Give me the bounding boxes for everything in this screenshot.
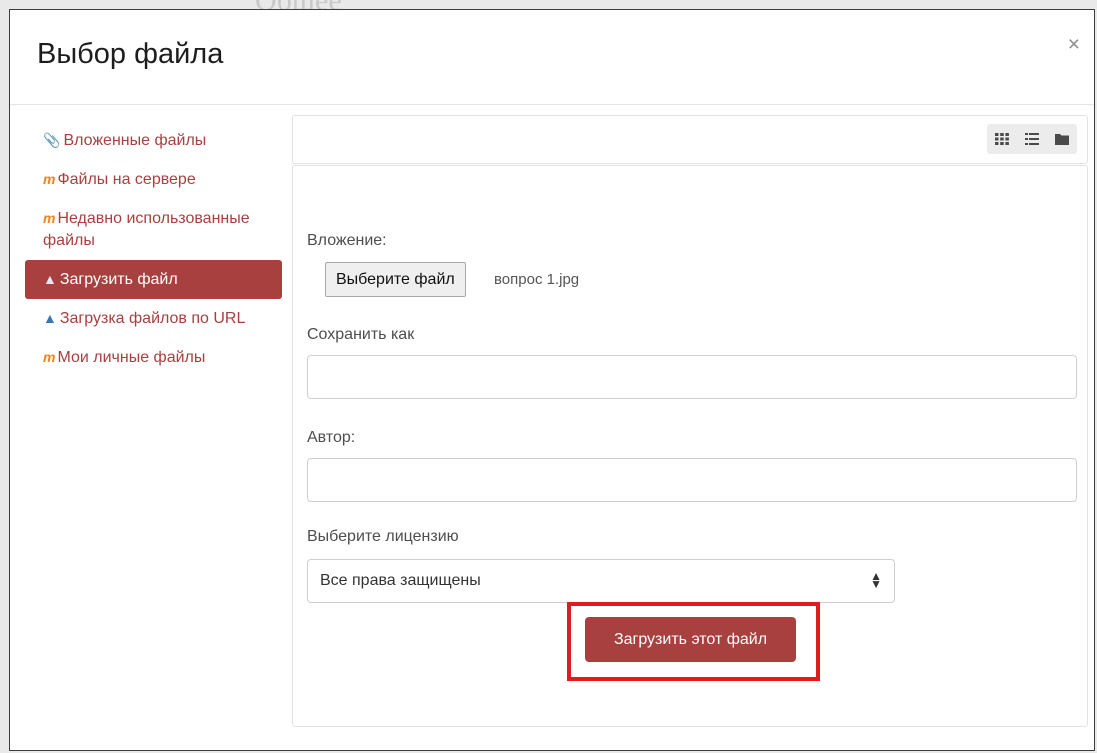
file-picker-dialog: Выбор файла × 📎 Вложенные файлы m Файлы на… [9,9,1095,751]
grid-view-icon[interactable] [987,124,1017,154]
choose-file-button[interactable]: Выберите файл [325,262,466,297]
sidebar-item-recent-files[interactable]: m Недавно использованные файлы [25,199,282,260]
sidebar-item-label: Мои личные файлы [57,349,206,366]
sidebar-item-label: Загрузка файлов по URL [59,310,246,327]
upload-form-panel: Вложение: Выберите файл вопрос 1.jpg Сох… [292,165,1088,727]
sidebar-item-attached-files[interactable]: 📎 Вложенные файлы [25,121,282,160]
moodle-icon: m [43,171,55,187]
sidebar-item-url-upload[interactable]: ▲ Загрузка файлов по URL [25,299,282,338]
attachment-icon: 📎 [43,132,61,148]
list-view-icon[interactable] [1017,124,1047,154]
sidebar-item-label: Недавно использованные файлы [43,210,250,249]
chosen-file-name: вопрос 1.jpg [494,271,580,288]
file-picker-toolbar [292,115,1088,164]
sidebar-item-upload-file[interactable]: ▲ Загрузить файл [25,260,282,299]
updown-arrow-icon: ▲ ▼ [870,569,882,591]
folder-view-icon[interactable] [1047,124,1077,154]
attachment-label: Вложение: [307,232,387,249]
sidebar-item-server-files[interactable]: m Файлы на сервере [25,160,282,199]
repository-sidebar: 📎 Вложенные файлы m Файлы на сервере m Неда… [25,121,282,377]
dialog-title: Выбор файла [37,38,224,70]
license-label: Выберите лицензию [307,528,459,545]
upload-icon: ▲ [43,310,57,326]
sidebar-item-label: Загрузить файл [59,271,178,288]
sidebar-item-private-files[interactable]: m Мои личные файлы [25,338,282,377]
save-as-label: Сохранить как [307,326,415,343]
view-switcher [987,124,1077,154]
moodle-icon: m [43,349,55,365]
license-select[interactable]: Все права защищены ▲ ▼ [307,559,895,603]
save-as-input[interactable] [307,355,1077,399]
dialog-header: Выбор файла × [10,10,1094,105]
close-icon[interactable]: × [1068,34,1080,55]
moodle-icon: m [43,210,55,226]
author-label: Автор: [307,429,356,446]
upload-this-file-button[interactable]: Загрузить этот файл [585,617,796,662]
license-selected-value: Все права защищены [320,572,481,589]
sidebar-item-label: Вложенные файлы [63,132,207,149]
sidebar-item-label: Файлы на сервере [57,171,196,188]
author-input[interactable] [307,458,1077,502]
upload-icon: ▲ [43,271,57,287]
